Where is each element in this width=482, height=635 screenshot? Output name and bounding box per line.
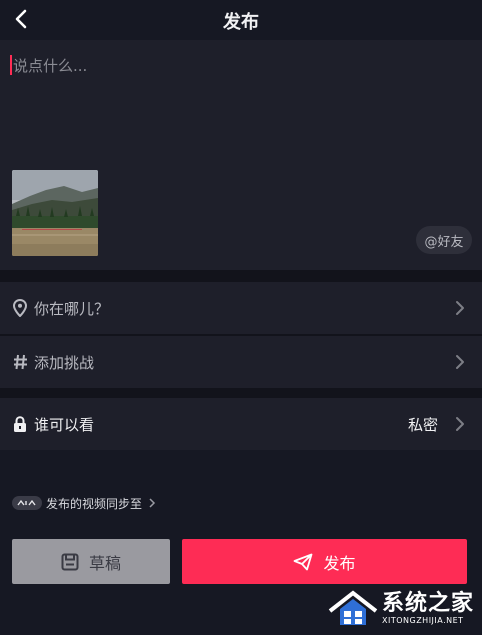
watermark-house-logo	[328, 590, 378, 625]
privacy-label: 谁可以看	[34, 415, 95, 434]
sync-label: 发布的视频同步至	[46, 496, 143, 511]
watermark-main-text: 系统之家	[381, 591, 474, 616]
privacy-row[interactable]: 谁可以看 私密	[0, 398, 482, 450]
publish-label: 发布	[323, 553, 356, 573]
toutiao-logo-icon	[12, 496, 42, 510]
sync-toggle[interactable]: 发布的视频同步至	[12, 494, 157, 512]
caption-placeholder: 说点什么...	[13, 56, 88, 75]
draft-label: 草稿	[88, 553, 121, 573]
text-caret	[10, 55, 12, 75]
save-draft-button[interactable]: 草稿	[12, 539, 170, 584]
watermark-sub-text: XITONGZHIJIA.NET	[381, 616, 464, 625]
location-row[interactable]: 你在哪儿？	[0, 282, 482, 334]
publish-button[interactable]: 发布	[182, 539, 467, 584]
privacy-value: 私密	[407, 415, 438, 434]
site-watermark: 系统之家 XITONGZHIJIA.NET	[328, 589, 474, 629]
challenge-row[interactable]: 添加挑战	[0, 336, 482, 388]
send-icon	[294, 553, 313, 570]
compose-panel: 说点什么... @好友	[0, 40, 482, 270]
section-divider	[0, 270, 482, 282]
chevron-right-icon	[456, 301, 464, 315]
chevron-right-icon	[149, 498, 156, 508]
location-label: 你在哪儿？	[34, 299, 110, 318]
lock-icon	[12, 415, 28, 433]
mention-label: @好友	[424, 234, 464, 250]
location-pin-icon	[12, 299, 28, 317]
video-thumbnail[interactable]	[12, 170, 98, 256]
hashtag-icon	[12, 353, 28, 371]
chevron-right-icon	[456, 355, 464, 369]
caption-input[interactable]: 说点什么...	[10, 53, 470, 77]
page-title: 发布	[223, 12, 259, 33]
chevron-right-icon	[456, 417, 464, 431]
top-bar: 发布	[0, 0, 482, 40]
drafts-box-icon	[61, 553, 79, 570]
mention-friends-button[interactable]: @好友	[416, 226, 472, 254]
section-divider	[0, 388, 482, 398]
challenge-label: 添加挑战	[34, 353, 95, 372]
landscape-image	[12, 170, 98, 256]
